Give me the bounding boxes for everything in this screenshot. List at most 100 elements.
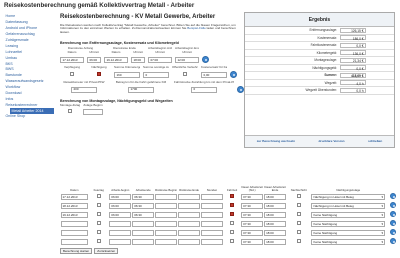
drive-checkbox[interactable] bbox=[230, 212, 235, 217]
reset-button[interactable]: Zurücksetzen bbox=[94, 248, 119, 254]
night-shift-checkbox[interactable] bbox=[296, 203, 301, 208]
work-end-field[interactable]: 06:30 bbox=[132, 194, 155, 200]
return-start-field[interactable] bbox=[155, 230, 178, 236]
work-start-field[interactable]: 06:00 bbox=[109, 203, 132, 209]
duration-field[interactable]: 07:30 bbox=[241, 194, 264, 200]
km-extra-field[interactable]: 0 bbox=[191, 86, 217, 93]
return-start-field[interactable] bbox=[155, 239, 178, 245]
work-start-field[interactable]: 06:00 bbox=[109, 194, 132, 200]
night-shift-checkbox[interactable] bbox=[296, 230, 301, 235]
hours-field[interactable] bbox=[201, 212, 223, 218]
return-end-field[interactable] bbox=[178, 194, 201, 200]
print-version-link[interactable]: drucklare Version bbox=[319, 139, 345, 144]
date-field[interactable] bbox=[60, 230, 89, 236]
duration-field[interactable]: 07:30 bbox=[241, 230, 264, 236]
duration-end-field[interactable]: 18:00 bbox=[264, 212, 287, 218]
night-shift-checkbox[interactable] bbox=[296, 239, 301, 244]
cost-compensation-field[interactable]: 0,00 bbox=[201, 71, 227, 78]
return-end-field[interactable] bbox=[178, 221, 201, 227]
overnight-select[interactable]: Nächtigung im Hotel mit Beleg ▾ bbox=[311, 194, 386, 200]
km-sum-field[interactable]: 160 bbox=[114, 71, 140, 78]
switch-calc-link[interactable]: zur Berechnung wechseln bbox=[257, 139, 295, 144]
montage-start-field[interactable] bbox=[83, 108, 103, 115]
montage-checkbox[interactable] bbox=[68, 108, 72, 113]
help-icon[interactable] bbox=[389, 193, 396, 200]
work-end-field[interactable]: 06:30 bbox=[132, 203, 155, 209]
work-end-field[interactable] bbox=[132, 221, 155, 227]
help-icon[interactable] bbox=[389, 238, 396, 245]
meal-checkbox[interactable] bbox=[70, 72, 74, 77]
drive-checkbox[interactable] bbox=[230, 221, 235, 226]
overnight-select[interactable]: Keine Nächtigung ▾ bbox=[311, 239, 386, 245]
overnight-select[interactable]: Nächtigung im Hotel mit Beleg ▾ bbox=[311, 203, 386, 209]
overnight-select[interactable]: Keine Nächtigung ▾ bbox=[311, 212, 386, 218]
return-end-field[interactable] bbox=[178, 212, 201, 218]
overnight-select[interactable]: Keine Nächtigung ▾ bbox=[311, 221, 386, 227]
overnight-select[interactable]: Keine Nächtigung ▾ bbox=[311, 230, 386, 236]
duration-end-field[interactable]: 18:00 bbox=[264, 230, 287, 236]
drive-checkbox[interactable] bbox=[230, 203, 235, 208]
holiday-checkbox[interactable] bbox=[96, 212, 101, 217]
return-end-field[interactable] bbox=[178, 239, 201, 245]
help-icon[interactable] bbox=[389, 229, 396, 236]
return-start-field[interactable] bbox=[155, 212, 178, 218]
date-field[interactable]: 18.12.2013 bbox=[60, 203, 89, 209]
return-end-field[interactable] bbox=[178, 230, 201, 236]
drive-checkbox[interactable] bbox=[230, 239, 235, 244]
help-icon[interactable] bbox=[237, 85, 244, 93]
return-start-field[interactable] bbox=[155, 221, 178, 227]
other-sum-field[interactable]: 0 bbox=[143, 71, 169, 78]
night-shift-checkbox[interactable] bbox=[296, 194, 301, 199]
overnight-checkbox[interactable] bbox=[97, 72, 101, 77]
work-end-field[interactable] bbox=[132, 230, 155, 236]
night-shift-checkbox[interactable] bbox=[296, 221, 301, 226]
public-transport-checkbox[interactable] bbox=[183, 72, 187, 77]
sidebar-item-shop[interactable]: Online Shop bbox=[4, 114, 54, 120]
help-icon[interactable] bbox=[202, 56, 209, 64]
work-end-field[interactable]: 06:30 bbox=[132, 212, 155, 218]
duration-end-field[interactable]: 18:00 bbox=[264, 203, 287, 209]
km-field[interactable]: 200 bbox=[71, 86, 97, 93]
start-date-field[interactable]: 17.12.2013 bbox=[60, 57, 84, 64]
holiday-checkbox[interactable] bbox=[96, 194, 101, 199]
calculate-button[interactable]: Berechnung starten bbox=[60, 248, 93, 254]
holiday-checkbox[interactable] bbox=[96, 230, 101, 235]
work-start-field[interactable]: 07:00 bbox=[148, 57, 172, 64]
holiday-checkbox[interactable] bbox=[96, 239, 101, 244]
duration-end-field[interactable]: 18:00 bbox=[264, 221, 287, 227]
hours-field[interactable] bbox=[201, 230, 223, 236]
hours-field[interactable] bbox=[201, 221, 223, 227]
km-rate-field[interactable]: 1700 bbox=[128, 86, 154, 93]
end-date-field[interactable]: 19.12.2013 bbox=[104, 57, 128, 64]
hours-field[interactable] bbox=[201, 203, 223, 209]
duration-field[interactable]: 07:30 bbox=[241, 239, 264, 245]
start-time-field[interactable]: 06:00 bbox=[87, 57, 101, 64]
work-end-field[interactable] bbox=[132, 239, 155, 245]
date-field[interactable]: 19.12.2013 bbox=[60, 212, 89, 218]
work-start-field[interactable]: 06:00 bbox=[109, 212, 132, 218]
duration-field[interactable]: 07:30 bbox=[241, 212, 264, 218]
help-icon[interactable] bbox=[230, 70, 237, 78]
work-start-field[interactable] bbox=[109, 221, 132, 227]
end-time-field[interactable]: 18:00 bbox=[131, 57, 145, 64]
duration-end-field[interactable]: 18:00 bbox=[264, 194, 287, 200]
hours-field[interactable] bbox=[201, 239, 223, 245]
help-icon[interactable] bbox=[389, 220, 396, 227]
work-end-field[interactable]: 12:00 bbox=[175, 57, 199, 64]
duration-end-field[interactable]: 18:00 bbox=[264, 239, 287, 245]
return-start-field[interactable] bbox=[155, 194, 178, 200]
night-shift-checkbox[interactable] bbox=[296, 212, 301, 217]
drive-checkbox[interactable] bbox=[230, 230, 235, 235]
work-start-field[interactable] bbox=[109, 230, 132, 236]
holiday-checkbox[interactable] bbox=[96, 203, 101, 208]
date-field[interactable] bbox=[60, 221, 89, 227]
date-field[interactable]: 17.12.2013 bbox=[60, 194, 89, 200]
close-link[interactable]: schließen bbox=[368, 139, 382, 144]
example-link[interactable]: Beispiel-Fälle bbox=[187, 26, 206, 30]
date-field[interactable] bbox=[60, 239, 89, 245]
return-start-field[interactable] bbox=[155, 203, 178, 209]
duration-field[interactable]: 07:30 bbox=[241, 221, 264, 227]
help-icon[interactable] bbox=[389, 202, 396, 209]
holiday-checkbox[interactable] bbox=[96, 221, 101, 226]
work-start-field[interactable] bbox=[109, 239, 132, 245]
